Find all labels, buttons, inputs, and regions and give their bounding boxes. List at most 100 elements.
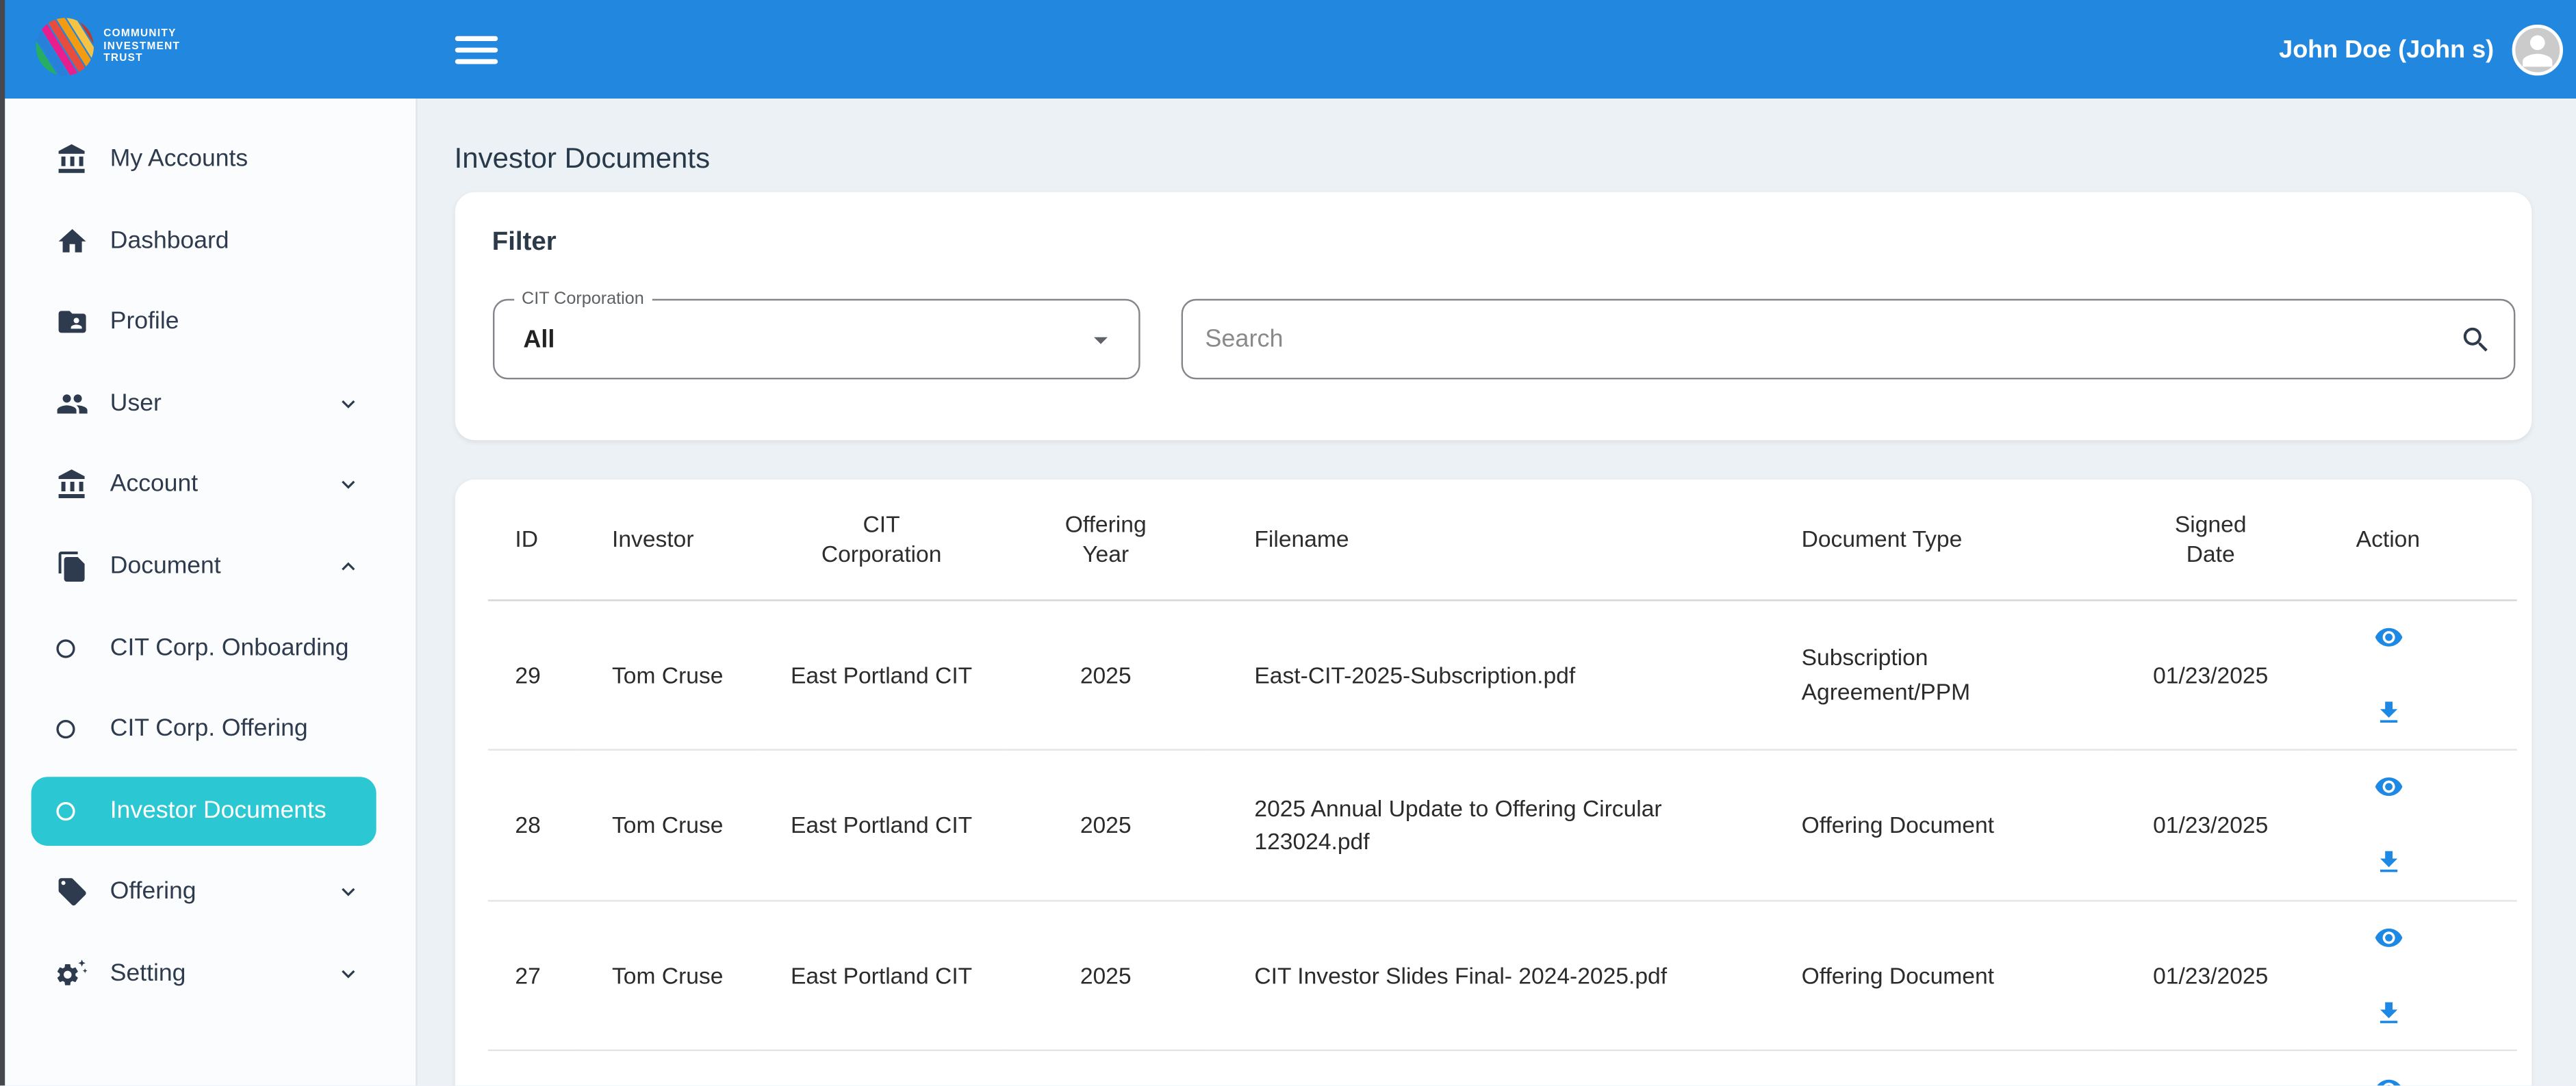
dropdown-arrow-icon: [1084, 323, 1117, 356]
sidebar-item-user[interactable]: User: [0, 369, 415, 438]
column-header-signed-date: Signed Date: [2112, 480, 2309, 599]
sidebar-item-my-accounts[interactable]: My Accounts: [0, 125, 415, 194]
column-header-action: Action: [2309, 480, 2516, 599]
cit-corporation-select[interactable]: CIT Corporation All: [492, 299, 1140, 380]
app-window: COMMUNITY INVESTMENT TRUST John Doe (Joh…: [0, 0, 2576, 1086]
sidebar-navigation: My Accounts Dashboard Profile User Accou…: [0, 99, 416, 1086]
bank-icon: [56, 469, 89, 502]
sidebar-item-investor-documents[interactable]: Investor Documents: [0, 777, 415, 846]
column-header-investor: Investor: [579, 480, 756, 599]
cell-actions: [2309, 900, 2516, 1050]
sidebar-item-cit-corp-onboarding[interactable]: CIT Corp. Onboarding: [0, 614, 415, 683]
sidebar-item-label: Investor Documents: [110, 798, 327, 824]
search-field: [1180, 299, 2514, 380]
cell-offering-year: 2025: [1006, 900, 1205, 1050]
sidebar-item-label: My Accounts: [110, 146, 248, 172]
user-avatar[interactable]: [2512, 24, 2563, 75]
main-content: Investor Documents Filter CIT Corporatio…: [418, 99, 2576, 1086]
investor-documents-table: ID Investor CIT Corporation Offering Yea…: [487, 480, 2516, 1086]
cit-corporation-select-label: CIT Corporation: [513, 288, 652, 308]
view-document-button[interactable]: [2373, 622, 2403, 651]
table-row: 29 Tom Cruse East Portland CIT 2025 East…: [487, 599, 2516, 750]
download-icon: [2373, 697, 2403, 727]
community-investment-trust-logo: COMMUNITY INVESTMENT TRUST: [34, 16, 180, 77]
eye-icon: [2373, 1073, 2403, 1086]
download-document-button[interactable]: [2373, 848, 2403, 877]
cell-actions: [2309, 599, 2516, 750]
cell-filename: East-CIT-2025-Subscription.pdf: [1205, 599, 1747, 750]
cell-investor: Tom Cruse: [579, 750, 756, 901]
column-header-cit-corporation: CIT Corporation: [756, 480, 1006, 599]
sidebar-item-label: Account: [110, 472, 198, 498]
folder-profile-icon: [56, 306, 89, 339]
window-left-edge: [0, 0, 5, 1086]
cell-investor: Tom Cruse: [579, 599, 756, 750]
cell-filename: 2025 Annual Update to Offering Circular …: [1205, 750, 1747, 901]
column-header-document-type: Document Type: [1747, 480, 2112, 599]
cell-signed-date: [2112, 1050, 2309, 1086]
filter-heading: Filter: [492, 229, 557, 258]
cell-document-type: Subscription Agreement/PPM: [1747, 599, 2112, 750]
sidebar-item-profile[interactable]: Profile: [0, 287, 415, 357]
chevron-up-icon: [334, 554, 360, 580]
cit-corporation-selected-value: All: [523, 325, 554, 353]
cell-signed-date: 01/23/2025: [2112, 599, 2309, 750]
chevron-down-icon: [334, 472, 360, 498]
view-document-button[interactable]: [2373, 1073, 2403, 1086]
sidebar-item-setting[interactable]: Setting: [0, 940, 415, 1009]
cell-actions: [2309, 1050, 2516, 1086]
logo-text: COMMUNITY INVESTMENT TRUST: [103, 27, 180, 66]
column-header-id: ID: [487, 480, 579, 599]
bank-icon: [56, 143, 89, 176]
table-row-partial: [487, 1050, 2516, 1086]
table-row: 28 Tom Cruse East Portland CIT 2025 2025…: [487, 750, 2516, 901]
cell-document-type: [1747, 1050, 2112, 1086]
logo-icon: [34, 16, 95, 77]
cell-id: [487, 1050, 579, 1086]
gear-icon: [56, 957, 89, 990]
cell-cit-corporation: East Portland CIT: [756, 599, 1006, 750]
filter-panel: Filter CIT Corporation All: [455, 192, 2532, 440]
chevron-down-icon: [334, 879, 360, 905]
table-row: 27 Tom Cruse East Portland CIT 2025 CIT …: [487, 900, 2516, 1050]
user-display-name: John Doe (John s): [2279, 36, 2494, 64]
sidebar-item-account[interactable]: Account: [0, 451, 415, 520]
sidebar-item-dashboard[interactable]: Dashboard: [0, 206, 415, 275]
cell-document-type: Offering Document: [1747, 900, 2112, 1050]
search-icon[interactable]: [2459, 323, 2492, 356]
user-menu[interactable]: John Doe (John s): [2279, 0, 2563, 99]
search-input[interactable]: [1182, 300, 2513, 378]
sidebar-item-document[interactable]: Document: [0, 532, 415, 602]
eye-icon: [2373, 622, 2403, 651]
hamburger-menu-icon[interactable]: [455, 36, 498, 64]
cell-signed-date: 01/23/2025: [2112, 750, 2309, 901]
sidebar-item-cit-corp-offering[interactable]: CIT Corp. Offering: [0, 695, 415, 764]
column-header-filename: Filename: [1205, 480, 1747, 599]
sidebar-item-label: Profile: [110, 309, 179, 335]
chevron-down-icon: [334, 961, 360, 987]
cell-filename: CIT Investor Slides Final- 2024-2025.pdf: [1205, 900, 1747, 1050]
cell-cit-corporation: East Portland CIT: [756, 750, 1006, 901]
home-icon: [56, 224, 89, 257]
sidebar-item-label: Offering: [110, 879, 196, 905]
download-icon: [2373, 848, 2403, 877]
download-icon: [2373, 998, 2403, 1028]
chevron-down-icon: [334, 391, 360, 417]
cell-id: 28: [487, 750, 579, 901]
download-document-button[interactable]: [2373, 998, 2403, 1028]
radio-circle-icon: [54, 718, 77, 741]
sidebar-item-label: Setting: [110, 961, 186, 987]
cell-signed-date: 01/23/2025: [2112, 900, 2309, 1050]
view-document-button[interactable]: [2373, 922, 2403, 952]
cell-investor: Tom Cruse: [579, 900, 756, 1050]
cell-offering-year: 2025: [1006, 750, 1205, 901]
sidebar-item-label: CIT Corp. Offering: [110, 716, 308, 742]
cell-investor: [579, 1050, 756, 1086]
cell-id: 29: [487, 599, 579, 750]
eye-icon: [2373, 922, 2403, 952]
table-header-row: ID Investor CIT Corporation Offering Yea…: [487, 480, 2516, 599]
sidebar-item-offering[interactable]: Offering: [0, 858, 415, 927]
cell-document-type: Offering Document: [1747, 750, 2112, 901]
view-document-button[interactable]: [2373, 773, 2403, 802]
download-document-button[interactable]: [2373, 697, 2403, 727]
